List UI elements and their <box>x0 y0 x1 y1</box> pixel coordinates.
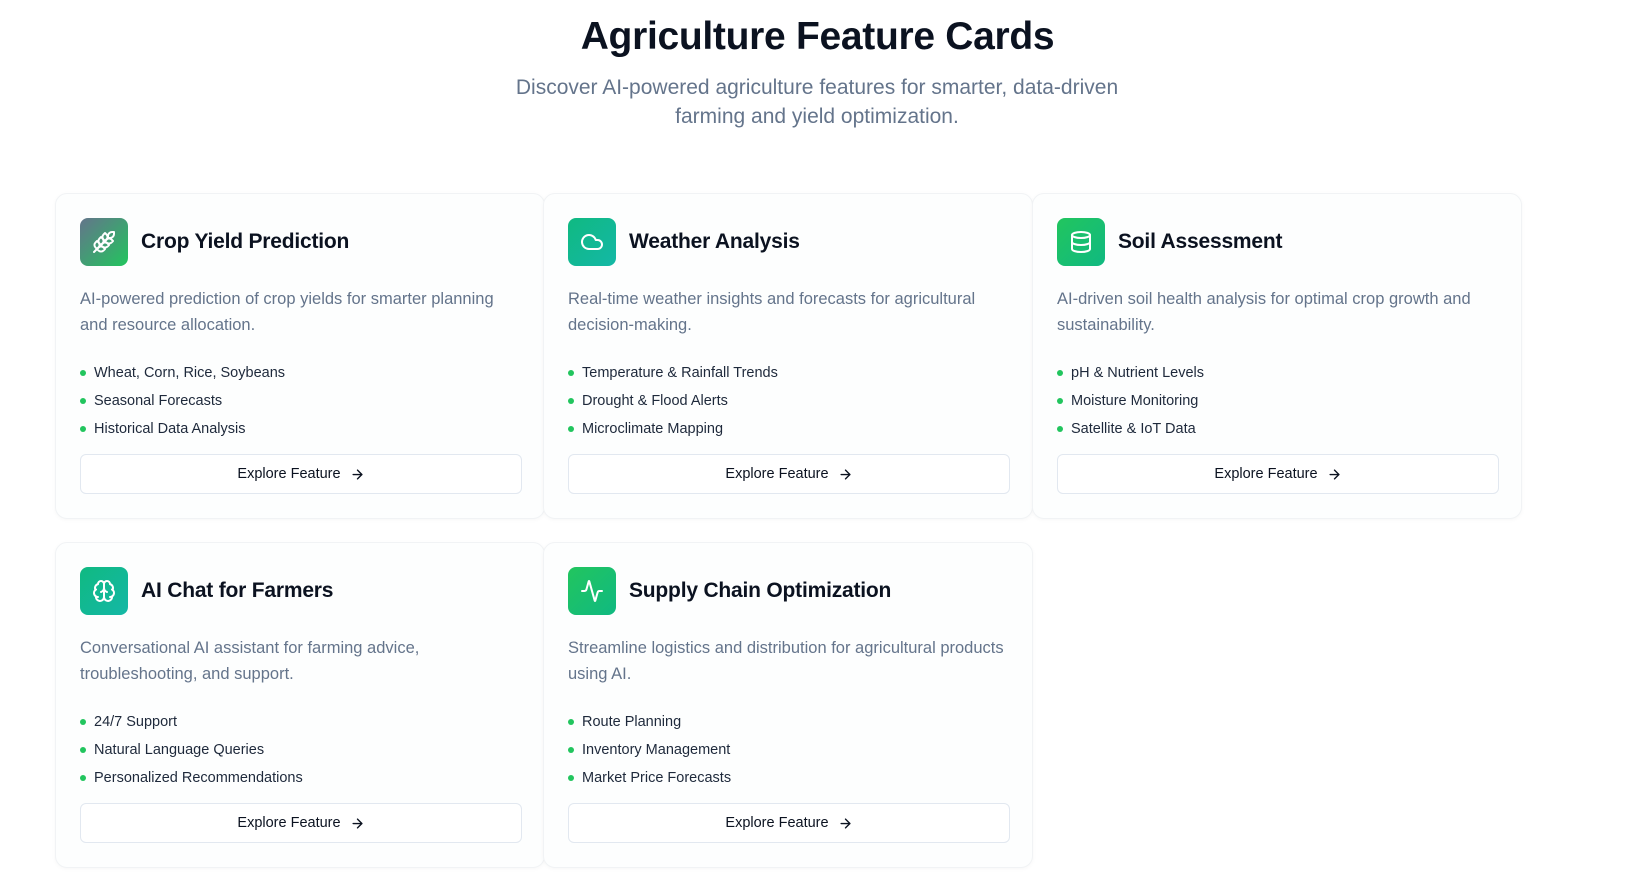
card-description: Streamline logistics and distribution fo… <box>568 639 1004 683</box>
card-description: AI-powered prediction of crop yields for… <box>80 290 494 334</box>
bullet-dot-icon <box>80 747 86 753</box>
feature-item: Seasonal Forecasts <box>80 387 520 415</box>
bullet-dot-icon <box>568 370 574 376</box>
feature-label: Drought & Flood Alerts <box>582 393 728 409</box>
explore-feature-label: Explore Feature <box>1214 466 1318 482</box>
bullet-dot-icon <box>1057 398 1063 404</box>
feature-card-ai-chat: AI Chat for Farmers Conversational AI as… <box>55 542 545 868</box>
feature-label: Inventory Management <box>582 742 731 758</box>
explore-feature-button[interactable]: Explore Feature <box>1057 454 1499 494</box>
feature-item: Market Price Forecasts <box>568 764 1008 792</box>
explore-feature-label: Explore Feature <box>237 815 341 831</box>
explore-feature-button[interactable]: Explore Feature <box>80 454 522 494</box>
bullet-dot-icon <box>80 775 86 781</box>
bullet-dot-icon <box>568 747 574 753</box>
explore-feature-label: Explore Feature <box>725 815 829 831</box>
feature-label: Seasonal Forecasts <box>94 393 223 409</box>
feature-label: Moisture Monitoring <box>1071 393 1199 409</box>
card-title: AI Chat for Farmers <box>141 579 334 602</box>
bullet-dot-icon <box>80 370 86 376</box>
feature-label: pH & Nutrient Levels <box>1071 365 1204 381</box>
feature-label: Historical Data Analysis <box>94 421 246 437</box>
feature-item: Natural Language Queries <box>80 736 520 764</box>
feature-list: Route Planning Inventory Management Mark… <box>568 708 1008 792</box>
feature-label: Personalized Recommendations <box>94 770 303 786</box>
feature-item: Microclimate Mapping <box>568 415 1008 443</box>
card-header: Crop Yield Prediction <box>80 218 520 266</box>
card-header: Supply Chain Optimization <box>568 567 1008 615</box>
explore-feature-label: Explore Feature <box>725 466 829 482</box>
explore-feature-button[interactable]: Explore Feature <box>568 803 1010 843</box>
bullet-dot-icon <box>80 426 86 432</box>
bullet-dot-icon <box>568 719 574 725</box>
explore-feature-button[interactable]: Explore Feature <box>80 803 522 843</box>
explore-feature-label: Explore Feature <box>237 466 341 482</box>
feature-card-weather: Weather Analysis Real-time weather insig… <box>543 193 1033 519</box>
feature-item: Historical Data Analysis <box>80 415 520 443</box>
page-title: Agriculture Feature Cards <box>580 15 1055 58</box>
feature-item: Satellite & IoT Data <box>1057 415 1497 443</box>
feature-item: pH & Nutrient Levels <box>1057 359 1497 387</box>
bullet-dot-icon <box>1057 370 1063 376</box>
feature-label: Microclimate Mapping <box>582 421 724 437</box>
feature-label: Route Planning <box>582 714 682 730</box>
feature-list: Temperature & Rainfall Trends Drought & … <box>568 359 1008 443</box>
bullet-dot-icon <box>1057 426 1063 432</box>
bullet-dot-icon <box>568 398 574 404</box>
card-header: Soil Assessment <box>1057 218 1497 266</box>
arrow-right-icon <box>1327 467 1342 482</box>
feature-label: Wheat, Corn, Rice, Soybeans <box>94 365 286 381</box>
feature-item: Wheat, Corn, Rice, Soybeans <box>80 359 520 387</box>
explore-feature-button[interactable]: Explore Feature <box>568 454 1010 494</box>
arrow-right-icon <box>350 467 365 482</box>
bullet-dot-icon <box>568 426 574 432</box>
feature-item: Inventory Management <box>568 736 1008 764</box>
page-subtitle: Discover AI-powered agriculture features… <box>515 76 1119 128</box>
feature-item: Personalized Recommendations <box>80 764 520 792</box>
feature-item: Temperature & Rainfall Trends <box>568 359 1008 387</box>
card-title: Crop Yield Prediction <box>141 230 350 253</box>
feature-list: Wheat, Corn, Rice, Soybeans Seasonal For… <box>80 359 520 443</box>
wheat-icon <box>80 218 128 266</box>
feature-label: 24/7 Support <box>94 714 178 730</box>
card-title: Supply Chain Optimization <box>629 579 892 602</box>
brain-icon <box>80 567 128 615</box>
feature-card-crop-yield: Crop Yield Prediction AI-powered predict… <box>55 193 545 519</box>
card-header: AI Chat for Farmers <box>80 567 520 615</box>
card-description: Conversational AI assistant for farming … <box>80 639 420 683</box>
card-header: Weather Analysis <box>568 218 1008 266</box>
feature-item: 24/7 Support <box>80 708 520 736</box>
card-title: Soil Assessment <box>1118 230 1283 253</box>
arrow-right-icon <box>838 816 853 831</box>
bullet-dot-icon <box>80 398 86 404</box>
feature-list: pH & Nutrient Levels Moisture Monitoring… <box>1057 359 1497 443</box>
feature-card-soil: Soil Assessment AI-driven soil health an… <box>1032 193 1522 519</box>
card-title: Weather Analysis <box>629 230 800 253</box>
card-description: Real-time weather insights and forecasts… <box>568 290 976 334</box>
feature-label: Natural Language Queries <box>94 742 265 758</box>
arrow-right-icon <box>350 816 365 831</box>
feature-item: Route Planning <box>568 708 1008 736</box>
feature-label: Market Price Forecasts <box>582 770 732 786</box>
bullet-dot-icon <box>80 719 86 725</box>
feature-label: Temperature & Rainfall Trends <box>582 365 778 381</box>
feature-label: Satellite & IoT Data <box>1071 421 1196 437</box>
cloud-icon <box>568 218 616 266</box>
card-description: AI-driven soil health analysis for optim… <box>1057 290 1471 334</box>
database-icon <box>1057 218 1105 266</box>
feature-list: 24/7 Support Natural Language Queries Pe… <box>80 708 520 792</box>
arrow-right-icon <box>838 467 853 482</box>
bullet-dot-icon <box>568 775 574 781</box>
feature-card-supply-chain: Supply Chain Optimization Streamline log… <box>543 542 1033 868</box>
feature-item: Moisture Monitoring <box>1057 387 1497 415</box>
activity-icon <box>568 567 616 615</box>
feature-item: Drought & Flood Alerts <box>568 387 1008 415</box>
